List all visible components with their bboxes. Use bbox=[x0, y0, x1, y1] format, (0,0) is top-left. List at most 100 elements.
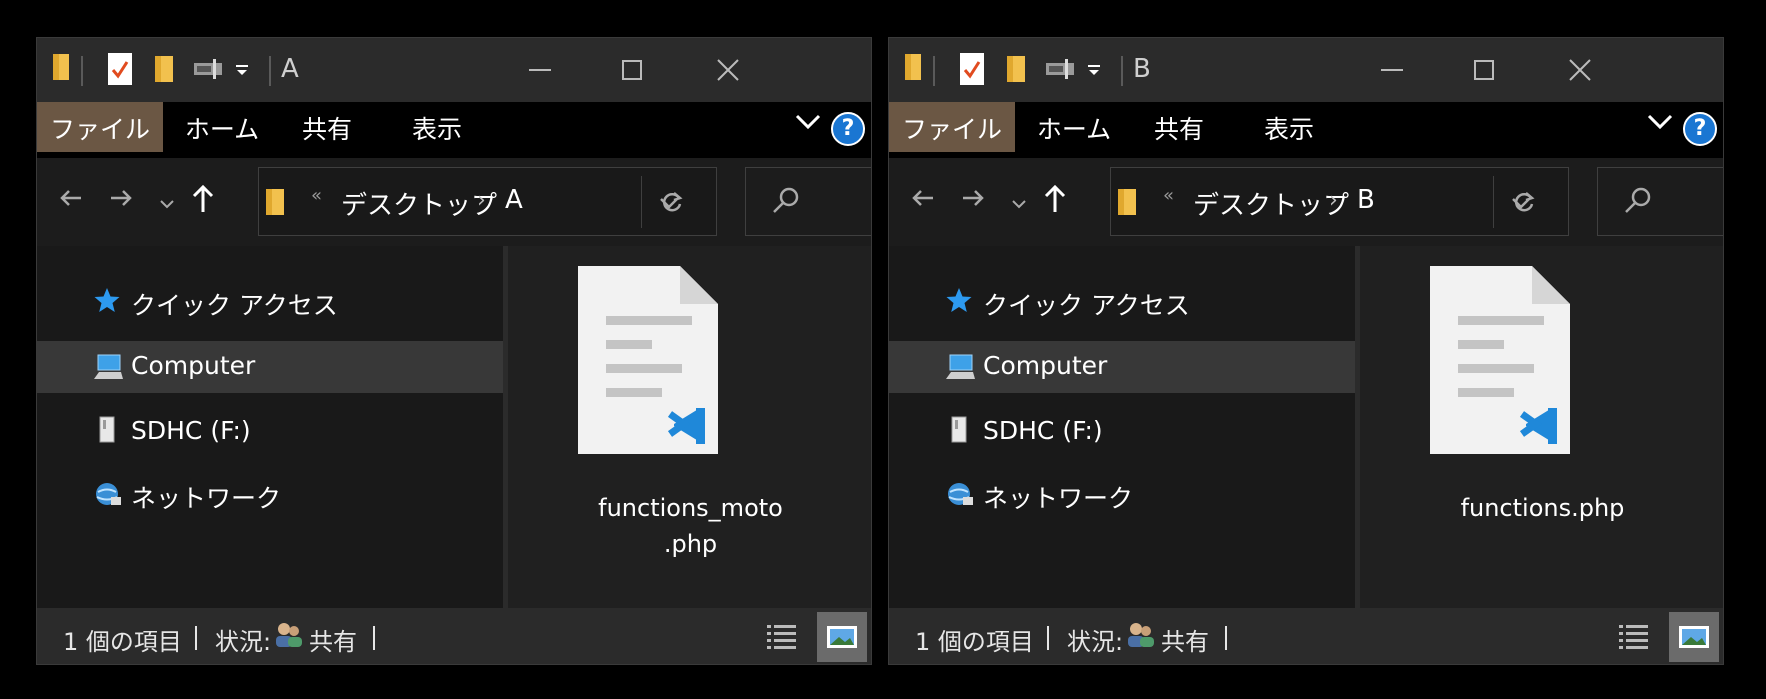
breadcrumb-desktop[interactable]: デスクトップ bbox=[1193, 185, 1349, 222]
search-box[interactable] bbox=[1597, 167, 1723, 236]
computer-icon bbox=[945, 353, 975, 385]
divider bbox=[373, 626, 375, 650]
search-box[interactable] bbox=[745, 167, 871, 236]
help-button[interactable]: ? bbox=[831, 112, 865, 146]
nav-item-label: クイック アクセス bbox=[983, 291, 1190, 320]
up-arrow-icon[interactable] bbox=[1043, 184, 1067, 218]
nav-item-label: ネットワーク bbox=[131, 484, 282, 513]
tab-file[interactable]: ファイル bbox=[37, 102, 163, 152]
expand-ribbon-chevron-icon[interactable] bbox=[795, 114, 821, 134]
details-view-icon[interactable] bbox=[1619, 623, 1649, 653]
divider bbox=[81, 56, 83, 86]
tab-share[interactable]: 共有 bbox=[1129, 102, 1229, 152]
divider bbox=[269, 56, 271, 86]
network-icon bbox=[945, 479, 975, 513]
file-name-line: functions.php bbox=[1460, 494, 1625, 522]
expand-ribbon-chevron-icon[interactable] bbox=[1647, 114, 1673, 134]
nav-item-sdhc-drive[interactable]: SDHC (F:) bbox=[37, 406, 503, 458]
breadcrumb-desktop[interactable]: デスクトップ bbox=[341, 185, 497, 222]
address-row: « デスクトップ › A bbox=[37, 158, 871, 246]
overflow-chevron[interactable]: « bbox=[1163, 185, 1174, 206]
breadcrumb-current[interactable]: A bbox=[505, 185, 523, 215]
window-title: A bbox=[281, 54, 299, 84]
file-name: functions_moto .php bbox=[508, 490, 871, 562]
nav-item-label: クイック アクセス bbox=[131, 291, 338, 320]
rename-icon[interactable] bbox=[1045, 58, 1075, 84]
properties-icon[interactable] bbox=[959, 52, 985, 90]
recent-locations-chevron-icon[interactable] bbox=[1011, 194, 1027, 213]
tab-file[interactable]: ファイル bbox=[889, 102, 1015, 152]
overflow-chevron[interactable]: « bbox=[311, 185, 322, 206]
properties-icon[interactable] bbox=[107, 52, 133, 90]
customize-toolbar-icon[interactable] bbox=[1087, 62, 1101, 81]
nav-item-computer[interactable]: Computer bbox=[37, 341, 503, 393]
item-count: 1 個の項目 bbox=[915, 628, 1034, 656]
tab-home[interactable]: ホーム bbox=[167, 102, 277, 152]
up-arrow-icon[interactable] bbox=[191, 184, 215, 218]
maximize-button[interactable] bbox=[597, 46, 667, 94]
rename-icon[interactable] bbox=[193, 58, 223, 84]
refresh-icon[interactable] bbox=[1493, 176, 1554, 228]
file-list: functions_moto .php bbox=[508, 246, 871, 608]
star-icon bbox=[945, 286, 973, 318]
nav-item-label: SDHC (F:) bbox=[131, 416, 251, 445]
folder-icon bbox=[265, 188, 285, 220]
breadcrumb-current[interactable]: B bbox=[1357, 185, 1375, 215]
minimize-button[interactable] bbox=[505, 46, 575, 94]
status-bar: 1 個の項目 状況: 共有 bbox=[889, 608, 1723, 664]
file-list: functions.php bbox=[1360, 246, 1723, 608]
close-button[interactable] bbox=[693, 46, 763, 94]
recent-locations-chevron-icon[interactable] bbox=[159, 194, 175, 213]
status-bar: 1 個の項目 状況: 共有 bbox=[37, 608, 871, 664]
nav-item-label: ネットワーク bbox=[983, 484, 1134, 513]
ribbon-tabs: ファイル ホーム 共有 表示 ? bbox=[889, 102, 1723, 158]
nav-item-sdhc-drive[interactable]: SDHC (F:) bbox=[889, 406, 1355, 458]
back-arrow-icon[interactable] bbox=[911, 188, 935, 212]
file-item[interactable]: functions_moto .php bbox=[508, 246, 871, 608]
file-name-line: .php bbox=[663, 530, 718, 558]
navigation-pane: クイック アクセス Computer SDHC (F:) ネットワーク bbox=[37, 246, 503, 608]
tab-home[interactable]: ホーム bbox=[1019, 102, 1129, 152]
drive-icon bbox=[949, 416, 969, 448]
star-icon bbox=[93, 286, 121, 318]
vscode-php-file-icon bbox=[1430, 266, 1570, 458]
large-icons-view-icon[interactable] bbox=[1669, 612, 1719, 662]
nav-item-network[interactable]: ネットワーク bbox=[37, 469, 503, 521]
navigation-pane: クイック アクセス Computer SDHC (F:) ネットワーク bbox=[889, 246, 1355, 608]
nav-item-network[interactable]: ネットワーク bbox=[889, 469, 1355, 521]
search-icon bbox=[772, 186, 800, 218]
close-button[interactable] bbox=[1545, 46, 1615, 94]
maximize-button[interactable] bbox=[1449, 46, 1519, 94]
divider bbox=[1047, 626, 1049, 650]
tab-view[interactable]: 表示 bbox=[377, 102, 497, 152]
refresh-icon[interactable] bbox=[641, 176, 702, 228]
new-folder-icon[interactable] bbox=[1005, 52, 1027, 88]
tab-view[interactable]: 表示 bbox=[1229, 102, 1349, 152]
details-view-icon[interactable] bbox=[767, 623, 797, 653]
shared-users-icon bbox=[1125, 620, 1155, 654]
large-icons-view-icon[interactable] bbox=[817, 612, 867, 662]
forward-arrow-icon[interactable] bbox=[109, 188, 133, 212]
tab-share[interactable]: 共有 bbox=[277, 102, 377, 152]
file-item[interactable]: functions.php bbox=[1360, 246, 1723, 608]
nav-item-quick-access[interactable]: クイック アクセス bbox=[37, 276, 503, 328]
title-bar: A bbox=[37, 38, 871, 102]
breadcrumb-separator[interactable]: › bbox=[477, 188, 486, 213]
help-button[interactable]: ? bbox=[1683, 112, 1717, 146]
customize-toolbar-icon[interactable] bbox=[235, 62, 249, 81]
drive-icon bbox=[97, 416, 117, 448]
breadcrumb-separator[interactable]: › bbox=[1329, 188, 1338, 213]
address-row: « デスクトップ › B bbox=[889, 158, 1723, 246]
new-folder-icon[interactable] bbox=[153, 52, 175, 88]
share-state-value: 共有 bbox=[1161, 628, 1209, 656]
forward-arrow-icon[interactable] bbox=[961, 188, 985, 212]
nav-item-label: Computer bbox=[131, 351, 256, 380]
network-icon bbox=[93, 479, 123, 513]
vscode-php-file-icon bbox=[578, 266, 718, 458]
shared-users-icon bbox=[273, 620, 303, 654]
minimize-button[interactable] bbox=[1357, 46, 1427, 94]
nav-item-quick-access[interactable]: クイック アクセス bbox=[889, 276, 1355, 328]
back-arrow-icon[interactable] bbox=[59, 188, 83, 212]
nav-item-computer[interactable]: Computer bbox=[889, 341, 1355, 393]
nav-item-label: SDHC (F:) bbox=[983, 416, 1103, 445]
